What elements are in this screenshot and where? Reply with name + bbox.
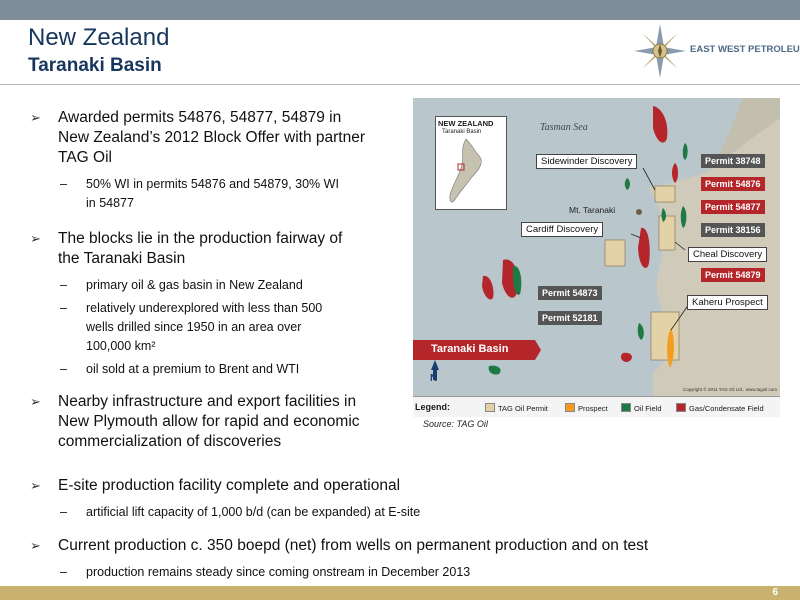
- bottom-banner: 6: [0, 586, 800, 600]
- sidewinder-discovery-label: Sidewinder Discovery: [536, 154, 638, 169]
- sub-bullet-item: – production remains steady since coming …: [60, 563, 471, 582]
- permit-54876-label: Permit 54876: [701, 177, 765, 191]
- bullet-line: TAG Oil: [58, 149, 112, 166]
- dash-bullet-icon: –: [60, 278, 67, 292]
- sub-bullet-line: oil sold at a premium to Brent and WTI: [86, 362, 300, 376]
- sub-bullet-line: primary oil & gas basin in New Zealand: [86, 278, 303, 292]
- arrow-bullet-icon: ➢: [30, 478, 41, 493]
- permit-38156-label: Permit 38156: [701, 223, 765, 237]
- legend-title: Legend:: [415, 402, 450, 412]
- legend-swatch: [485, 403, 495, 412]
- legend-swatch: [565, 403, 575, 412]
- permit-54873-label: Permit 54873: [538, 286, 602, 300]
- map-legend: Legend: TAG Oil Permit Prospect Oil Fiel…: [413, 396, 780, 417]
- sub-bullet-line: 50% WI in permits 54876 and 54879, 30% W…: [86, 177, 339, 191]
- mt-taranaki-label: Mt. Taranaki: [569, 205, 616, 215]
- taranaki-map: NEW ZEALAND Taranaki Basin Tasman Sea Mt…: [413, 98, 780, 396]
- bullet-line: The blocks lie in the production fairway…: [58, 230, 343, 247]
- dash-bullet-icon: –: [60, 565, 67, 579]
- bullet-line: New Zealand’s 2012 Block Offer with part…: [58, 129, 366, 146]
- arrow-bullet-icon: ➢: [30, 231, 41, 246]
- dash-bullet-icon: –: [60, 505, 67, 519]
- sub-bullet-item: – 50% WI in permits 54876 and 54879, 30% …: [60, 175, 339, 213]
- legend-item-gas-condensate-field: Gas/Condensate Field: [676, 403, 764, 413]
- bullet-line: the Taranaki Basin: [58, 250, 186, 267]
- bullet-item: ➢ Current production c. 350 boepd (net) f…: [30, 536, 649, 556]
- bullet-item: ➢ The blocks lie in the production fairwa…: [30, 229, 343, 269]
- page-number: 6: [772, 587, 778, 598]
- bullet-item: ➢ Awarded permits 54876, 54877, 54879 in N…: [30, 108, 366, 168]
- bullet-item: ➢ E-site production facility complete and…: [30, 476, 401, 496]
- sub-bullet-line: 100,000 km²: [86, 339, 156, 353]
- cardiff-discovery-label: Cardiff Discovery: [521, 222, 604, 237]
- sub-bullet-item: – primary oil & gas basin in New Zealand: [60, 276, 303, 295]
- dash-bullet-icon: –: [60, 301, 67, 315]
- dash-bullet-icon: –: [60, 362, 67, 376]
- map-copyright: Copyright © 2011 TAG Oil Ltd., www.tagoi…: [682, 387, 777, 392]
- taranaki-basin-banner: Taranaki Basin: [431, 343, 509, 355]
- kaheru-prospect-label: Kaheru Prospect: [687, 295, 768, 310]
- bullet-line: Nearby infrastructure and export facilit…: [58, 393, 357, 410]
- legend-item-oil-field: Oil Field: [621, 403, 662, 413]
- north-arrow-label: N: [430, 373, 438, 384]
- sub-bullet-line: relatively underexplored with less than …: [86, 301, 323, 315]
- bullet-line: E-site production facility complete and …: [58, 477, 401, 494]
- permit-54877-label: Permit 54877: [701, 200, 765, 214]
- bullet-line: commercialization of discoveries: [58, 433, 282, 450]
- tasman-sea-label: Tasman Sea: [540, 122, 588, 133]
- legend-item-tag-oil-permit: TAG Oil Permit: [485, 403, 548, 413]
- sub-bullet-item: – relatively underexplored with less than…: [60, 299, 323, 356]
- arrow-bullet-icon: ➢: [30, 110, 41, 125]
- sub-bullet-line: production remains steady since coming o…: [86, 565, 471, 579]
- legend-swatch: [621, 403, 631, 412]
- bullet-line: Awarded permits 54876, 54877, 54879 in: [58, 109, 342, 126]
- nz-inset-map: NEW ZEALAND Taranaki Basin: [435, 116, 507, 210]
- map-source: Source: TAG Oil: [423, 419, 488, 429]
- sub-bullet-item: – oil sold at a premium to Brent and WTI: [60, 360, 300, 379]
- sub-bullet-line: in 54877: [86, 196, 134, 210]
- bullet-line: Current production c. 350 boepd (net) fr…: [58, 537, 649, 554]
- cheal-discovery-label: Cheal Discovery: [688, 247, 768, 262]
- permit-54879-label: Permit 54879: [701, 268, 765, 282]
- sub-bullet-item: – artificial lift capacity of 1,000 b/d (…: [60, 503, 421, 522]
- permit-52181-label: Permit 52181: [538, 311, 602, 325]
- bullet-item: ➢ Nearby infrastructure and export facili…: [30, 392, 360, 452]
- permit-38748-label: Permit 38748: [701, 154, 765, 168]
- bullet-line: New Plymouth allow for rapid and economi…: [58, 413, 360, 430]
- arrow-bullet-icon: ➢: [30, 538, 41, 553]
- arrow-bullet-icon: ➢: [30, 394, 41, 409]
- legend-swatch: [676, 403, 686, 412]
- legend-item-prospect: Prospect: [565, 403, 608, 413]
- sub-bullet-line: wells drilled since 1950 in an area over: [86, 320, 302, 334]
- dash-bullet-icon: –: [60, 177, 67, 191]
- nz-outline: [449, 138, 482, 203]
- sub-bullet-line: artificial lift capacity of 1,000 b/d (c…: [86, 505, 421, 519]
